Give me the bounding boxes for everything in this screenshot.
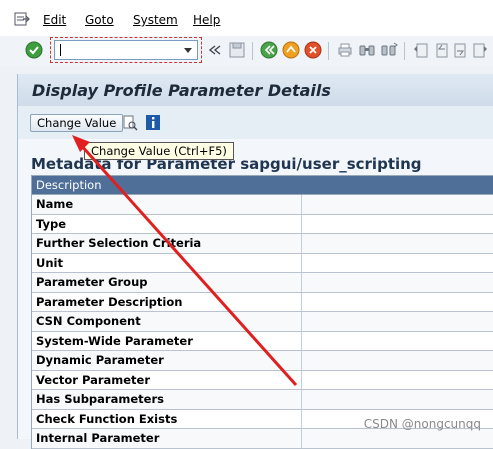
table-row[interactable]: Has Subparameters (32, 390, 493, 410)
first-page-icon[interactable] (412, 41, 430, 59)
row-label: Type (36, 216, 67, 231)
menu-exit-icon[interactable] (14, 12, 30, 26)
page-title: Display Profile Parameter Details (32, 81, 331, 100)
row-label: Vector Parameter (36, 372, 151, 387)
menu-bar: Edit Goto System Help (0, 0, 493, 36)
row-label: Parameter Group (36, 275, 148, 289)
menu-goto[interactable]: Goto (85, 13, 114, 27)
info-icon[interactable] (145, 114, 161, 131)
row-label: CSN Component (36, 314, 141, 328)
row-label: Name (36, 197, 74, 211)
toolbar-separator (252, 42, 253, 60)
next-page-icon[interactable] (452, 41, 470, 59)
row-label: Internal Parameter (36, 431, 160, 445)
toolbar-separator (404, 42, 405, 60)
table-row[interactable]: System-Wide Parameter (32, 331, 493, 351)
back-icon[interactable] (260, 41, 278, 59)
exit-icon[interactable] (282, 41, 300, 59)
menu-system[interactable]: System (133, 13, 178, 27)
row-label: Has Subparameters (36, 392, 164, 406)
table-row[interactable]: Name (32, 195, 493, 215)
table-row[interactable]: Further Selection Criteria (32, 234, 493, 254)
standard-toolbar (0, 36, 493, 66)
table-row[interactable]: Dynamic Parameter (32, 351, 493, 371)
find-icon[interactable] (358, 41, 376, 59)
table-row[interactable]: Unit (32, 253, 493, 273)
save-icon[interactable] (228, 41, 246, 59)
last-page-icon[interactable] (472, 41, 490, 59)
screen-title-bar: Display Profile Parameter Details (17, 74, 493, 106)
table-row[interactable]: Type (32, 214, 493, 234)
change-value-tooltip: Change Value (Ctrl+F5) (84, 142, 234, 160)
previous-page-icon[interactable] (432, 41, 450, 59)
row-label: Further Selection Criteria (36, 236, 202, 250)
application-toolbar: Change Value (17, 106, 493, 139)
metadata-table: Description Name Type Further Selection Cr… (31, 175, 493, 449)
text-cursor (60, 44, 61, 56)
collapse-arrows-icon[interactable] (206, 41, 224, 59)
row-label: Parameter Description (36, 294, 183, 309)
toolbar-separator (328, 42, 329, 60)
table-row[interactable]: CSN Component (32, 312, 493, 332)
table-row[interactable]: Parameter Group (32, 273, 493, 293)
watermark: CSDN @nongcunqq (363, 417, 481, 431)
chevron-down-icon[interactable] (184, 48, 192, 53)
table-header-description: Description (32, 176, 493, 195)
cancel-icon[interactable] (304, 41, 322, 59)
command-field[interactable] (54, 40, 198, 60)
row-label: Dynamic Parameter (36, 353, 164, 367)
content-area: Metadata for Parameter sapgui/user_scrip… (17, 139, 493, 449)
table-row[interactable]: Vector Parameter (32, 370, 493, 390)
find-next-icon[interactable] (380, 41, 398, 59)
row-label: System-Wide Parameter (36, 333, 193, 348)
row-label: Unit (36, 255, 63, 270)
check-icon[interactable] (25, 41, 43, 59)
where-used-icon[interactable] (123, 114, 139, 131)
menu-help[interactable]: Help (193, 13, 220, 27)
print-icon[interactable] (336, 41, 354, 59)
menu-edit[interactable]: Edit (43, 13, 66, 27)
change-value-button[interactable]: Change Value (30, 114, 124, 132)
row-label: Check Function Exists (36, 411, 178, 426)
table-row[interactable]: Parameter Description (32, 292, 493, 312)
